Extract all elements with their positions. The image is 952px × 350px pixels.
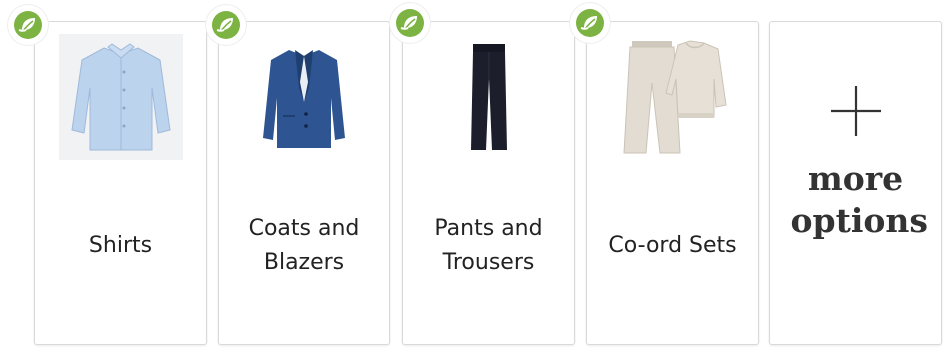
category-card-pants-trousers[interactable]: Pants and Trousers [402, 21, 575, 345]
eco-leaf-icon [390, 3, 430, 43]
shirt-image [58, 34, 183, 160]
category-label: Pants and Trousers [434, 216, 543, 275]
category-card-coord-sets[interactable]: Co-ord Sets [586, 21, 759, 345]
category-label: Shirts [88, 233, 153, 258]
plus-icon [830, 86, 881, 136]
more-options-card[interactable]: more options [769, 21, 942, 345]
more-options-label: more options [790, 159, 928, 240]
blazer-image [242, 34, 366, 160]
eco-leaf-icon [206, 5, 246, 45]
category-label: Co-ord Sets [608, 233, 737, 258]
coord-set-image [611, 34, 735, 160]
eco-leaf-icon [8, 5, 48, 45]
trousers-image [427, 34, 551, 160]
eco-leaf-icon [570, 3, 610, 43]
category-label: Coats and Blazers [248, 216, 360, 275]
category-card-shirts[interactable]: Shirts [34, 21, 207, 345]
category-card-coats-blazers[interactable]: Coats and Blazers [218, 21, 390, 345]
